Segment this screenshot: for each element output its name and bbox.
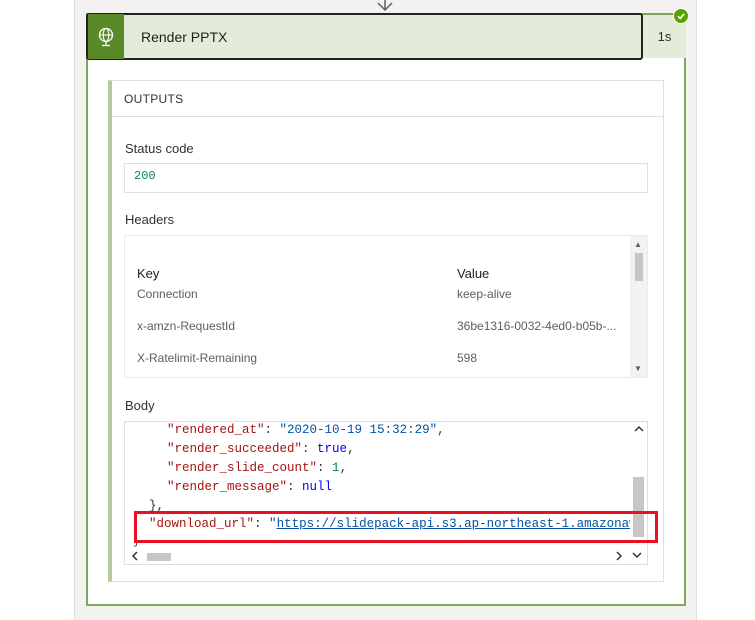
header-row-key: X-Ratelimit-Remaining (137, 351, 258, 365)
json-key: "rendered_at" (167, 423, 265, 437)
action-title: Render PPTX (141, 28, 228, 45)
headers-label: Headers (125, 212, 175, 227)
json-sep: : (287, 480, 303, 494)
status-code-label: Status code (125, 141, 194, 156)
globe-icon (88, 14, 124, 59)
json-key: "render_succeeded" (167, 442, 303, 456)
header-row-key: Connection (137, 287, 198, 301)
json-sep: : (302, 442, 318, 456)
code-line: "rendered_at": "2020-10-19 15:32:29", (167, 423, 445, 437)
header-row-value: 598 (457, 351, 478, 365)
body-label: Body (125, 398, 155, 413)
json-value: null (302, 480, 333, 494)
header-row-key: x-amzn-RequestId (137, 319, 236, 333)
scrollbar-thumb[interactable] (635, 253, 643, 281)
json-sep: : (317, 461, 333, 475)
body-code-view[interactable]: "rendered_at": "2020-10-19 15:32:29", "r… (124, 421, 648, 565)
headers-table[interactable]: Key Value Connection keep-alive x-amzn-R… (124, 235, 648, 378)
scrollbar-thumb[interactable] (147, 553, 171, 561)
headers-col-key: Key (137, 266, 160, 281)
json-key: "render_slide_count" (167, 461, 318, 475)
outputs-divider (112, 116, 664, 117)
json-key: "render_message" (167, 480, 288, 494)
json-value: "2020-10-19 15:32:29" (279, 423, 438, 437)
action-header[interactable]: Render PPTX 1s (86, 13, 686, 60)
header-row-value: keep-alive (457, 287, 512, 301)
headers-col-value: Value (457, 266, 490, 281)
action-header-bar[interactable]: Render PPTX (86, 13, 643, 60)
header-row-value: 36be1316-0032-4ed0-b05b-... (457, 319, 617, 333)
status-code-value: 200 (124, 163, 648, 193)
code-line: "render_slide_count": 1, (167, 461, 347, 475)
download-url-highlight (134, 511, 658, 543)
scroll-up-icon[interactable]: ▲ (634, 240, 642, 249)
chevron-right-icon[interactable] (615, 551, 623, 561)
scroll-down-icon[interactable]: ▼ (634, 364, 642, 373)
json-value: 1 (332, 461, 340, 475)
json-tail: , (437, 423, 445, 437)
json-sep: : (264, 423, 280, 437)
checkmark-icon (673, 8, 689, 24)
chevron-left-icon[interactable] (131, 551, 139, 561)
code-line: "render_succeeded": true, (167, 442, 355, 456)
headers-scrollbar[interactable]: ▲ ▼ (630, 236, 647, 377)
outputs-title: OUTPUTS (124, 92, 184, 106)
json-tail: , (339, 461, 348, 475)
json-value: true (317, 442, 348, 456)
json-tail: , (347, 442, 355, 456)
chevron-down-icon[interactable] (632, 551, 642, 559)
chevron-up-icon[interactable] (634, 425, 644, 433)
arrow-down-icon (377, 0, 393, 12)
body-horizontal-scrollbar[interactable] (125, 547, 647, 564)
code-line: "render_message": null (167, 480, 332, 494)
